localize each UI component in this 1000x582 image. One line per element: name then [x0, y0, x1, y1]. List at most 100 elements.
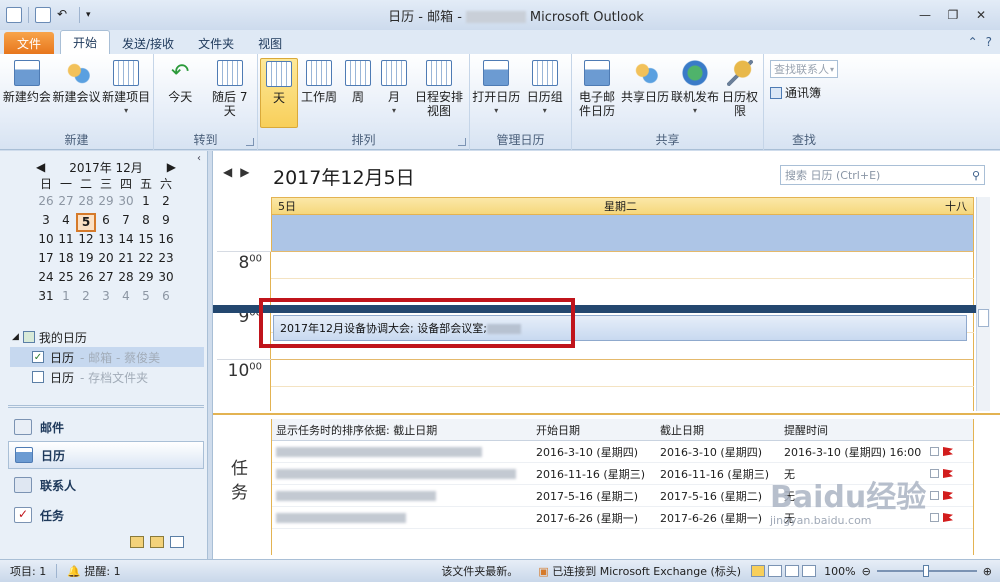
task-complete-checkbox[interactable]	[930, 447, 939, 456]
vertical-scrollbar[interactable]	[976, 197, 990, 411]
help-icon[interactable]: ?	[986, 35, 992, 49]
view-day-button[interactable]: 天	[260, 58, 298, 128]
view-week-button[interactable]: 周	[340, 58, 376, 128]
zoom-in-icon[interactable]: ⊕	[983, 565, 992, 578]
calendar-groups-button[interactable]: 日历组 ▾	[521, 58, 570, 128]
minical-day[interactable]: 13	[96, 232, 116, 251]
next-7-days-button[interactable]: 随后 7 天	[205, 58, 255, 128]
all-day-area[interactable]	[271, 215, 974, 251]
calendar-permissions-button[interactable]: 日历权限	[720, 58, 760, 128]
view-normal-icon[interactable]	[751, 565, 766, 577]
search-calendar-input[interactable]: 搜索 日历 (Ctrl+E) ⚲	[780, 165, 985, 185]
status-reminders[interactable]: 🔔 提醒: 1	[57, 563, 130, 579]
folder-list-icon[interactable]	[150, 536, 164, 548]
restore-icon[interactable]: ❐	[940, 5, 966, 25]
minical-day[interactable]: 21	[116, 251, 136, 270]
minical-day[interactable]: 5	[136, 289, 156, 308]
minical-day[interactable]: 30	[156, 270, 176, 289]
flag-icon[interactable]	[943, 447, 953, 456]
calendar-item-archive[interactable]: 日历 - 存档文件夹	[10, 367, 204, 387]
minical-day[interactable]: 30	[116, 194, 136, 213]
checkbox-checked[interactable]: ✓	[32, 351, 44, 363]
minical-day[interactable]: 3	[36, 213, 56, 232]
minical-day[interactable]: 23	[156, 251, 176, 270]
minical-day[interactable]: 11	[56, 232, 76, 251]
minimize-icon[interactable]: —	[912, 5, 938, 25]
tab-view[interactable]: 视图	[246, 32, 294, 54]
address-book-button[interactable]: 通讯簿	[770, 84, 821, 101]
zoom-thumb[interactable]	[922, 565, 929, 577]
minical-day[interactable]: 1	[56, 289, 76, 308]
minical-day[interactable]: 17	[36, 251, 56, 270]
task-complete-checkbox[interactable]	[930, 513, 939, 522]
open-calendar-button[interactable]: 打开日历 ▾	[472, 58, 521, 128]
zoom-slider[interactable]	[876, 565, 977, 577]
send-receive-icon[interactable]	[35, 7, 51, 23]
publish-online-button[interactable]: 联机发布 ▾	[670, 58, 720, 128]
minical-day[interactable]: 2	[156, 194, 176, 213]
prev-month-icon[interactable]: ◀	[36, 160, 45, 174]
nav-splitter[interactable]	[8, 405, 204, 408]
outlook-app-icon[interactable]	[6, 7, 22, 23]
tab-send-receive[interactable]: 发送/接收	[110, 32, 186, 54]
minical-day[interactable]: 1	[136, 194, 156, 213]
task-row[interactable]: 2016-3-10 (星期四) 2016-3-10 (星期四) 2016-3-1…	[272, 441, 973, 463]
view-list-icon[interactable]	[802, 565, 817, 577]
minical-day[interactable]: 18	[56, 251, 76, 270]
minical-day[interactable]: 28	[116, 270, 136, 289]
new-items-button[interactable]: 新建项目 ▾	[101, 58, 151, 128]
minical-day[interactable]: 24	[36, 270, 56, 289]
minical-day[interactable]: 15	[136, 232, 156, 251]
flag-icon[interactable]	[943, 469, 953, 478]
flag-icon[interactable]	[943, 513, 953, 522]
view-compact-icon[interactable]	[785, 565, 800, 577]
search-icon[interactable]: ⚲	[972, 169, 980, 182]
calendar-item-mailbox[interactable]: ✓ 日历 - 邮箱 - 蔡俊美	[10, 347, 204, 367]
col-due[interactable]: 截止日期	[656, 422, 780, 438]
flag-icon[interactable]	[943, 491, 953, 500]
minical-day[interactable]: 8	[136, 213, 156, 232]
customize-qat-icon[interactable]: ▾	[86, 10, 91, 20]
minical-day[interactable]: 4	[56, 213, 76, 232]
task-complete-checkbox[interactable]	[930, 469, 939, 478]
minical-day[interactable]: 29	[136, 270, 156, 289]
close-icon[interactable]: ✕	[968, 5, 994, 25]
col-reminder[interactable]: 提醒时间	[780, 422, 930, 438]
tab-home[interactable]: 开始	[60, 30, 111, 54]
my-calendars-header[interactable]: ◢ 我的日历	[12, 327, 87, 347]
minical-day[interactable]: 6	[156, 289, 176, 308]
minical-day[interactable]: 10	[36, 232, 56, 251]
schedule-view-button[interactable]: 日程安排视图	[412, 58, 466, 128]
minical-day[interactable]: 7	[116, 213, 136, 232]
minical-day[interactable]: 22	[136, 251, 156, 270]
minical-day[interactable]: 28	[76, 194, 96, 213]
dialog-launcher-icon[interactable]	[458, 138, 466, 146]
minical-day[interactable]: 12	[76, 232, 96, 251]
view-work-week-button[interactable]: 工作周	[298, 58, 340, 128]
collapse-nav-icon[interactable]: ‹	[197, 153, 201, 164]
shortcuts-icon[interactable]	[170, 536, 184, 548]
tab-folder[interactable]: 文件夹	[186, 32, 246, 54]
notes-icon[interactable]	[130, 536, 144, 548]
minimize-ribbon-icon[interactable]: ⌃	[968, 35, 978, 49]
minical-day[interactable]: 25	[56, 270, 76, 289]
task-complete-checkbox[interactable]	[930, 491, 939, 500]
today-button[interactable]: ↶ 今天	[156, 58, 205, 128]
col-sort[interactable]: 显示任务时的排序依据: 截止日期	[272, 422, 532, 438]
new-appointment-button[interactable]: 新建约会	[2, 58, 52, 128]
minical-day[interactable]: 3	[96, 289, 116, 308]
nav-tasks[interactable]: ✓ 任务	[8, 501, 204, 529]
minical-day[interactable]: 4	[116, 289, 136, 308]
status-connection[interactable]: ▣ 已连接到 Microsoft Exchange (标头)	[528, 563, 751, 579]
minical-day[interactable]: 19	[76, 251, 96, 270]
checkbox-unchecked[interactable]	[32, 371, 44, 383]
nav-mail[interactable]: 邮件	[8, 413, 204, 441]
minical-day[interactable]: 26	[76, 270, 96, 289]
minical-day[interactable]: 27	[56, 194, 76, 213]
scroll-thumb[interactable]	[978, 309, 989, 327]
minical-day[interactable]: 2	[76, 289, 96, 308]
minical-day[interactable]: 16	[156, 232, 176, 251]
new-meeting-button[interactable]: 新建会议	[52, 58, 102, 128]
minical-day[interactable]: 5	[76, 213, 96, 232]
minical-day[interactable]: 20	[96, 251, 116, 270]
